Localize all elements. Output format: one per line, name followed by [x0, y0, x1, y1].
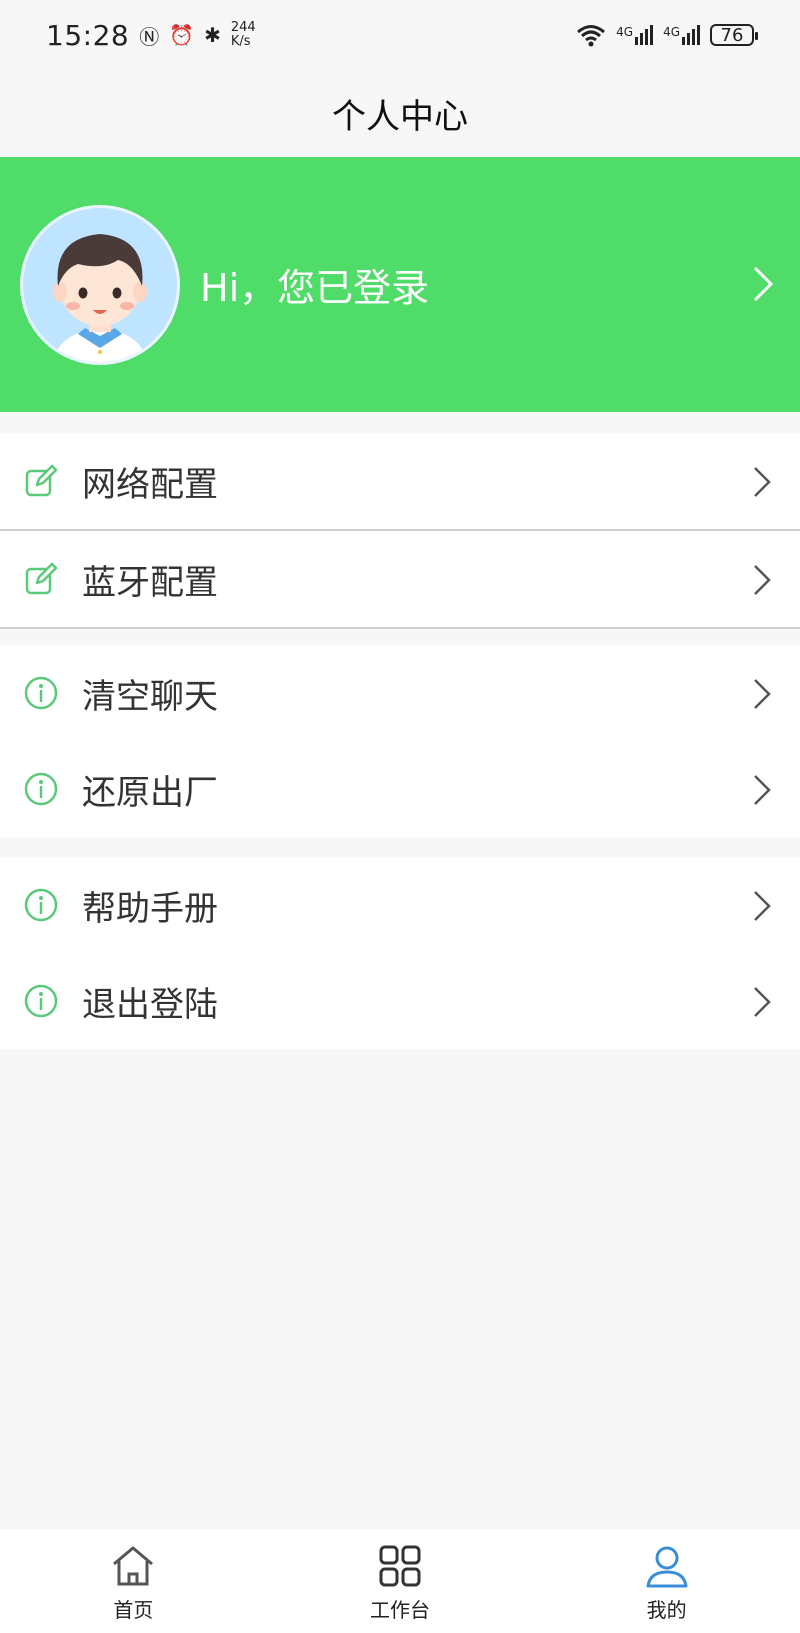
chevron-right-icon [754, 467, 771, 497]
grid-icon [379, 1545, 421, 1587]
battery-icon: 76 [710, 24, 758, 46]
chevron-right-icon [754, 565, 771, 595]
signal-icon: 4G [663, 25, 700, 45]
tab-home[interactable]: 首页 [0, 1530, 267, 1633]
bluetooth-icon: ✱ [204, 23, 221, 47]
signal-icon: 4G [616, 25, 654, 45]
status-left: 15:28 Ⓝ ⏰ ✱ 244 K/s [46, 19, 256, 52]
chevron-right-icon [754, 679, 771, 709]
status-bar: 15:28 Ⓝ ⏰ ✱ 244 K/s 4G 4G 76 [0, 0, 800, 70]
menu-item-clear-chat[interactable]: 清空聊天 [0, 645, 800, 741]
menu-group-account: 帮助手册 退出登陆 [0, 857, 800, 1049]
tab-label: 我的 [646, 1598, 687, 1622]
menu-item-label: 还原出厂 [82, 772, 218, 813]
status-time: 15:28 [46, 18, 130, 52]
signal-label: 4G [616, 25, 634, 39]
nfc-icon: Ⓝ [139, 24, 160, 49]
menu-item-help-manual[interactable]: 帮助手册 [0, 857, 800, 953]
user-icon [646, 1546, 688, 1588]
chevron-right-icon [753, 266, 774, 302]
edit-icon [25, 464, 58, 497]
page-title-bar: 个人中心 [0, 70, 800, 157]
edit-icon [25, 562, 58, 595]
menu-item-label: 清空聊天 [82, 676, 218, 717]
menu-group-data: 清空聊天 还原出厂 [0, 645, 800, 837]
chevron-right-icon [754, 775, 771, 805]
net-speed: 244 K/s [231, 21, 256, 49]
signal-label: 4G [663, 25, 680, 39]
menu-item-label: 退出登陆 [82, 984, 218, 1025]
menu-item-label: 蓝牙配置 [82, 562, 218, 603]
status-right: 4G 4G 76 [576, 23, 758, 47]
profile-banner[interactable]: Hi，您已登录 [0, 157, 800, 412]
divider [0, 627, 800, 629]
home-icon [113, 1546, 154, 1586]
menu-group-config: 网络配置 蓝牙配置 [0, 433, 800, 629]
info-icon [24, 984, 58, 1018]
wifi-icon [577, 25, 606, 47]
tab-mine[interactable]: 我的 [533, 1530, 800, 1633]
menu-item-label: 网络配置 [82, 464, 218, 505]
menu-item-bluetooth-config[interactable]: 蓝牙配置 [0, 531, 800, 627]
net-speed-unit: K/s [230, 34, 251, 49]
alarm-icon: ⏰ [169, 23, 195, 47]
tab-workbench[interactable]: 工作台 [267, 1530, 534, 1633]
menu-item-logout[interactable]: 退出登陆 [0, 953, 800, 1049]
avatar [20, 205, 180, 365]
menu-item-label: 帮助手册 [82, 888, 218, 929]
menu-item-factory-reset[interactable]: 还原出厂 [0, 741, 800, 837]
info-icon [24, 772, 58, 806]
avatar-illustration [53, 234, 147, 362]
chevron-right-icon [754, 987, 771, 1017]
page-title: 个人中心 [332, 97, 468, 137]
bottom-tab-bar: 首页 工作台 我的 [0, 1530, 800, 1633]
tab-label: 工作台 [370, 1598, 430, 1622]
tab-label: 首页 [113, 1598, 154, 1622]
info-icon [24, 888, 58, 922]
info-icon [24, 676, 58, 710]
net-speed-value: 244 [230, 20, 256, 35]
menu-item-network-config[interactable]: 网络配置 [0, 433, 800, 529]
chevron-right-icon [754, 891, 771, 921]
login-greeting: Hi，您已登录 [200, 266, 430, 310]
battery-level: 76 [720, 24, 744, 46]
